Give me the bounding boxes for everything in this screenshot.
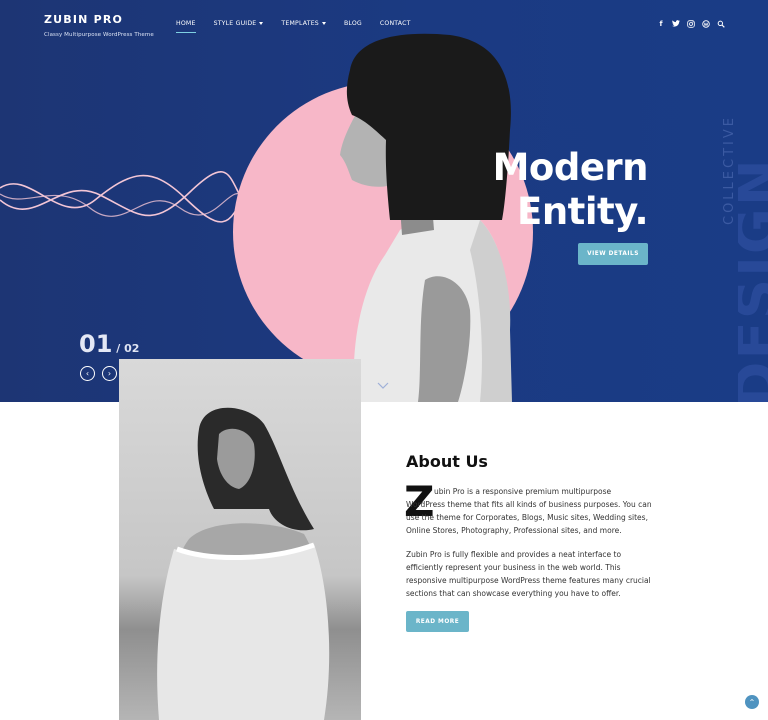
site-branding[interactable]: ZUBIN PRO Classy Multipurpose WordPress … bbox=[44, 13, 154, 38]
chevron-left-icon[interactable]: ‹ bbox=[80, 366, 95, 381]
nav-item-blog[interactable]: BLOG bbox=[344, 20, 362, 27]
about-model-image bbox=[119, 359, 361, 720]
chevron-down-icon[interactable] bbox=[377, 380, 389, 390]
site-title[interactable]: ZUBIN PRO bbox=[44, 13, 154, 26]
slide-counter: 01 / 02 bbox=[79, 330, 139, 358]
nav-label: HOME bbox=[176, 20, 196, 27]
slider-arrows: ‹ › bbox=[80, 366, 117, 381]
facebook-icon[interactable]: f bbox=[657, 19, 665, 28]
nav-label: CONTACT bbox=[379, 20, 411, 27]
back-to-top-icon[interactable]: ⌃ bbox=[745, 695, 759, 709]
about-title: About Us bbox=[406, 452, 488, 471]
nav-item-style-guide[interactable]: STYLE GUIDE bbox=[214, 20, 264, 27]
wordpress-icon[interactable] bbox=[702, 19, 710, 28]
site-tagline: Classy Multipurpose WordPress Theme bbox=[44, 32, 154, 38]
nav-label: TEMPLATES bbox=[281, 20, 319, 27]
search-icon[interactable] bbox=[717, 19, 725, 28]
view-details-button[interactable]: VIEW DETAILS bbox=[578, 243, 648, 265]
chevron-down-icon bbox=[321, 22, 326, 25]
hero-headline-line1: Modern bbox=[492, 146, 649, 189]
instagram-icon[interactable] bbox=[687, 19, 695, 28]
nav-label: BLOG bbox=[343, 20, 362, 27]
hero-headline: Modern Entity. bbox=[492, 146, 649, 234]
about-paragraph-2: Zubin Pro is fully flexible and provides… bbox=[406, 550, 651, 598]
decorative-waves bbox=[0, 171, 245, 223]
vertical-text-collective: COLLECTIVE bbox=[722, 115, 737, 225]
nav-item-templates[interactable]: TEMPLATES bbox=[281, 20, 326, 27]
slide-current-number: 01 bbox=[79, 330, 113, 358]
chevron-right-icon[interactable]: › bbox=[102, 366, 117, 381]
nav-item-contact[interactable]: CONTACT bbox=[380, 20, 411, 27]
about-paragraph-1: ubin Pro is a responsive premium multipu… bbox=[406, 487, 652, 535]
read-more-button[interactable]: READ MORE bbox=[406, 611, 469, 632]
nav-label: STYLE GUIDE bbox=[213, 20, 257, 27]
slide-total-number: 02 bbox=[124, 342, 140, 355]
main-nav: HOME STYLE GUIDE TEMPLATES BLOG CONTACT bbox=[176, 20, 429, 33]
hero-headline-line2: Entity. bbox=[517, 190, 648, 233]
vertical-text-design: DESIGN bbox=[738, 157, 768, 402]
chevron-down-icon bbox=[259, 22, 264, 25]
twitter-icon[interactable] bbox=[672, 19, 680, 28]
slide-separator: / bbox=[112, 342, 125, 355]
social-links: f bbox=[657, 19, 725, 28]
hero-section: ZUBIN PRO Classy Multipurpose WordPress … bbox=[0, 0, 768, 402]
nav-item-home[interactable]: HOME bbox=[176, 20, 196, 33]
